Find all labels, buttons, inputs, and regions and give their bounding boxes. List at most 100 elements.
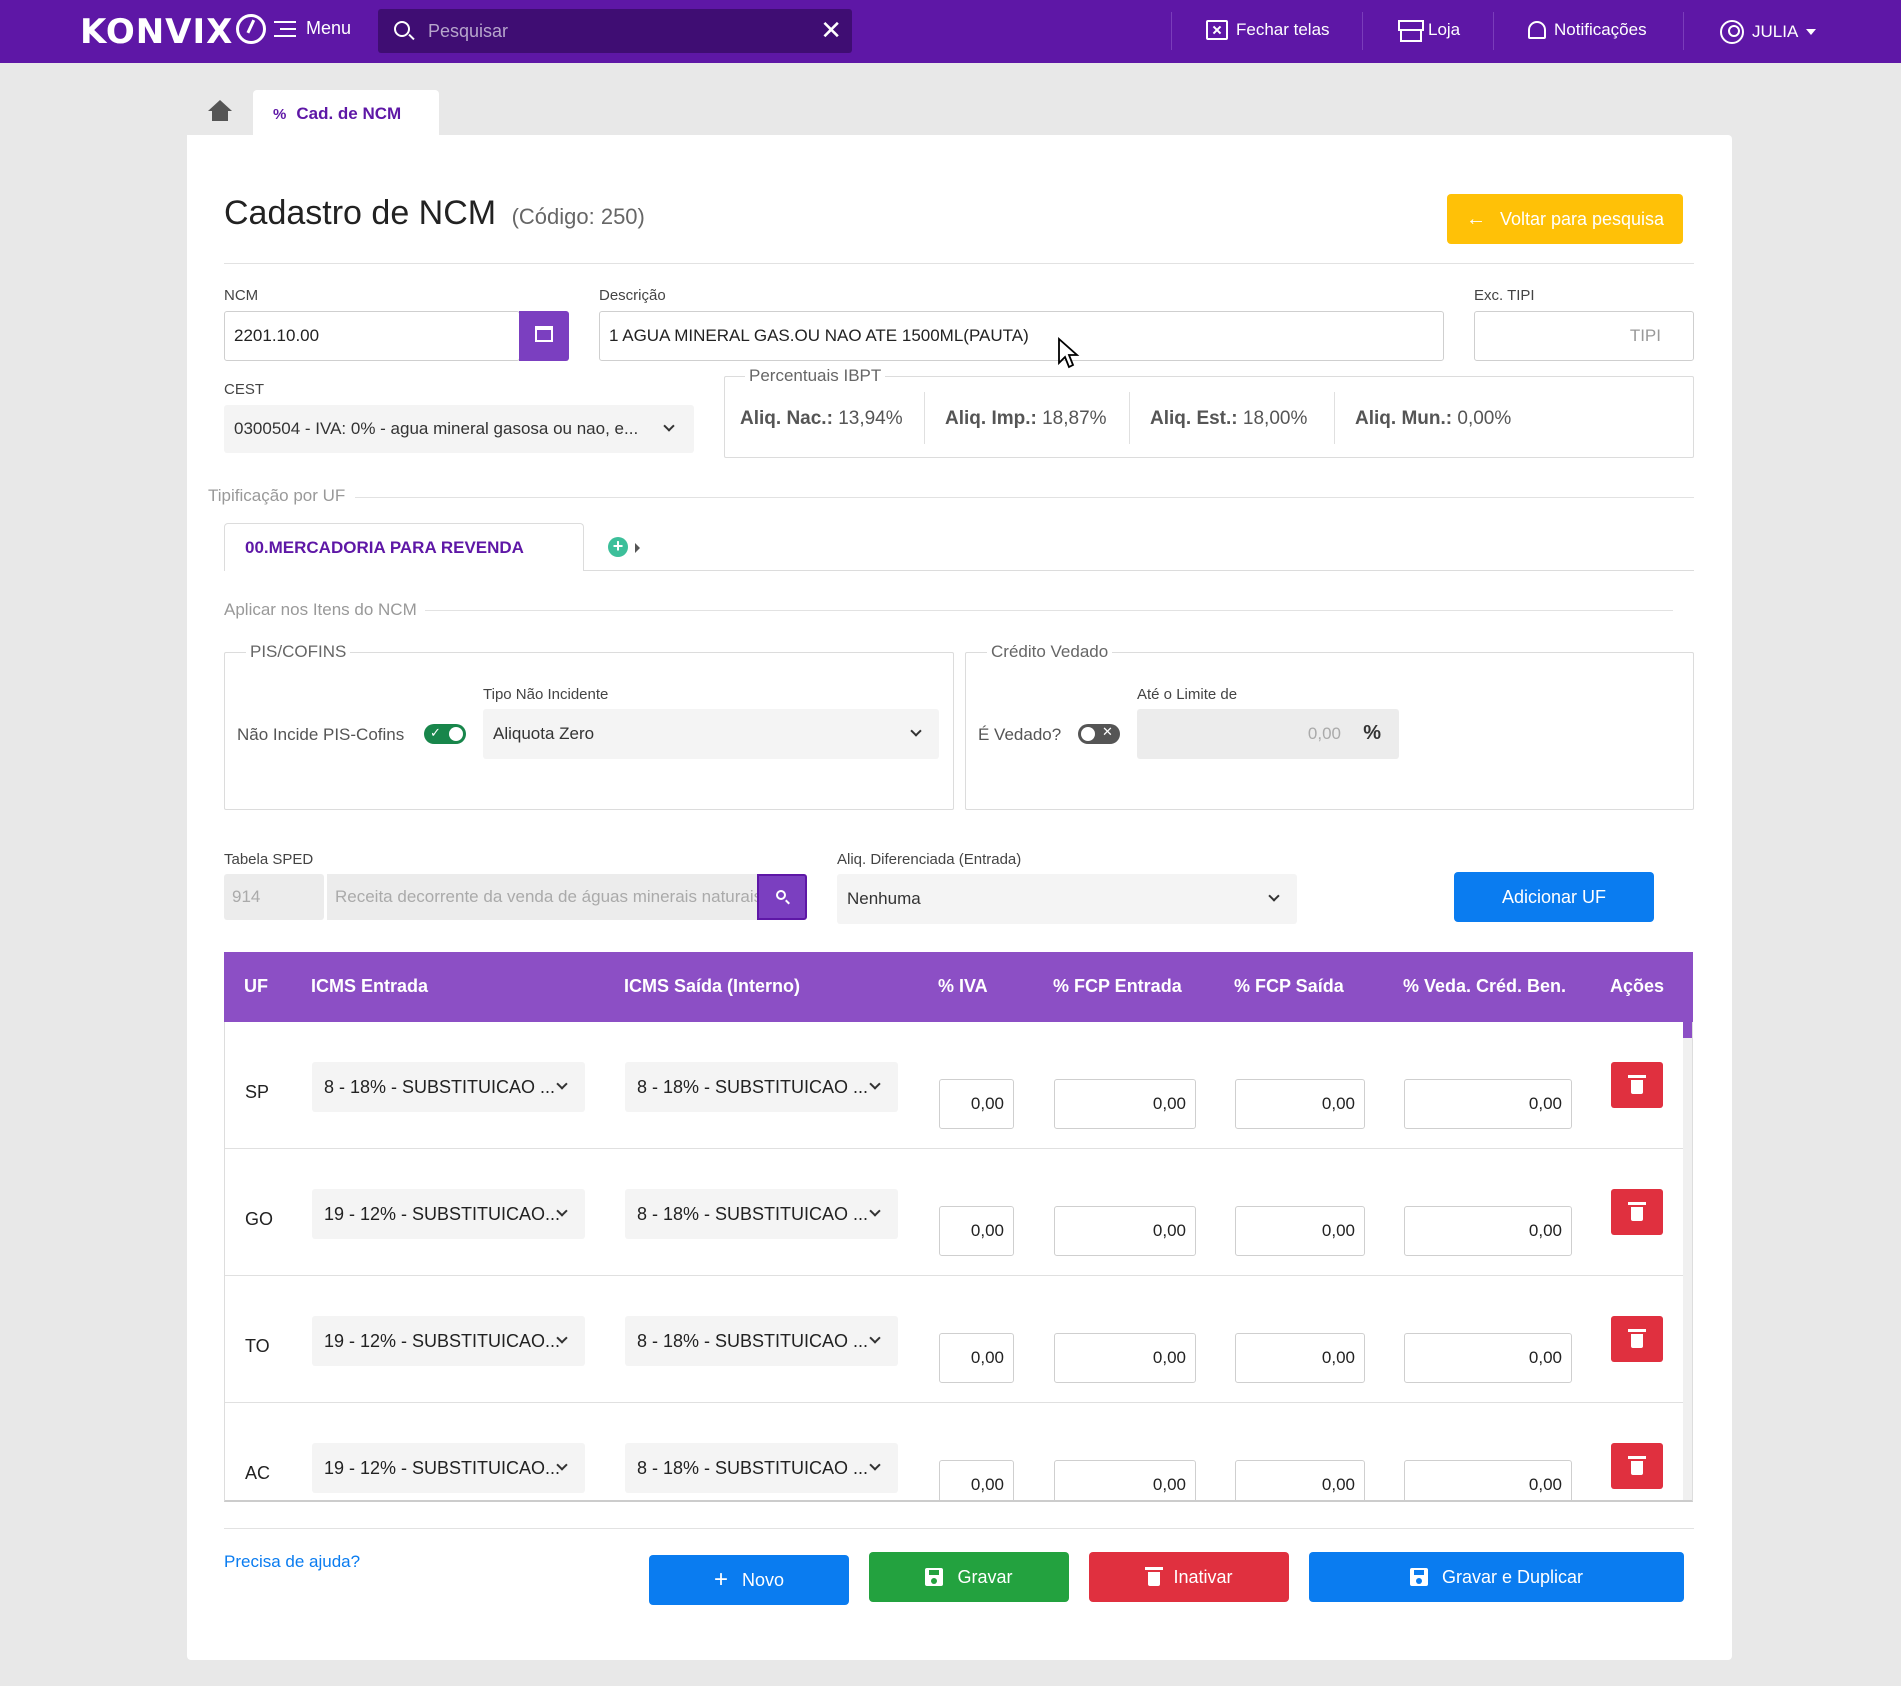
new-label: Novo	[741, 1569, 785, 1590]
delete-row-button[interactable]	[1611, 1316, 1663, 1362]
menu-button[interactable]: Menu	[274, 18, 351, 39]
chevron-right-icon[interactable]	[635, 543, 640, 553]
divider	[1334, 392, 1335, 444]
icms-saida-select[interactable]: 8 - 18% - SUBSTITUICAO ...	[625, 1189, 898, 1239]
deactivate-button[interactable]: Inativar	[1089, 1552, 1289, 1602]
ncm-value: 2201.10.00	[234, 326, 320, 345]
fcp-saida-input[interactable]: 0,00	[1235, 1333, 1365, 1383]
record-code: (Código: 250)	[511, 204, 645, 229]
veda-cred-input[interactable]: 0,00	[1404, 1333, 1572, 1383]
table-row: SP 8 - 18% - SUBSTITUICAO ... 8 - 18% - …	[225, 1022, 1683, 1149]
cest-select[interactable]: 0300504 - IVA: 0% - agua mineral gasosa …	[224, 405, 694, 453]
fcp-entrada-input[interactable]: 0,00	[1054, 1460, 1196, 1500]
iva-input[interactable]: 0,00	[939, 1206, 1014, 1256]
tab-cad-ncm[interactable]: % Cad. de NCM	[253, 90, 439, 136]
ibpt-est-value: 18,00%	[1242, 408, 1308, 429]
delete-row-button[interactable]	[1611, 1062, 1663, 1108]
fcp-saida-input[interactable]: 0,00	[1235, 1206, 1365, 1256]
tab-mercadoria-revenda[interactable]: 00.MERCADORIA PARA REVENDA	[224, 523, 584, 571]
fcp-saida-input[interactable]: 0,00	[1235, 1460, 1365, 1500]
sped-description-input[interactable]: Receita decorrente da venda de águas min…	[327, 874, 757, 920]
back-to-search-button[interactable]: ← Voltar para pesquisa	[1447, 194, 1683, 244]
table-header: UF ICMS Entrada ICMS Saída (Interno) % I…	[224, 952, 1693, 1022]
delete-row-button[interactable]	[1611, 1189, 1663, 1235]
vedado-toggle[interactable]: ✕	[1078, 724, 1120, 744]
aliq-diferenciada-select[interactable]: Nenhuma	[837, 874, 1297, 924]
icms-saida-select[interactable]: 8 - 18% - SUBSTITUICAO ...	[625, 1062, 898, 1112]
header-uf: UF	[244, 976, 268, 996]
exc-tipi-placeholder: TIPI	[1629, 326, 1661, 345]
konvix-logo[interactable]: KONVIX	[80, 12, 267, 52]
limite-label: Até o Limite de	[1137, 686, 1238, 703]
page-title: Cadastro de NCM (Código: 250)	[224, 194, 645, 233]
search-box: ✕	[378, 9, 852, 53]
veda-cred-input[interactable]: 0,00	[1404, 1079, 1572, 1129]
ncm-lookup-button[interactable]	[519, 311, 569, 361]
nao-incide-toggle[interactable]: ✓	[424, 724, 466, 744]
iva-input[interactable]: 0,00	[939, 1079, 1014, 1129]
menu-label: Menu	[306, 18, 352, 38]
fcp-entrada-input[interactable]: 0,00	[1054, 1079, 1196, 1129]
logo-mark-icon	[236, 14, 267, 44]
iva-input[interactable]: 0,00	[939, 1333, 1014, 1383]
search-input[interactable]	[428, 9, 798, 53]
close-screens-button[interactable]: Fechar telas	[1206, 20, 1330, 40]
icms-entrada-select[interactable]: 19 - 12% - SUBSTITUICAO...	[312, 1443, 585, 1493]
table-row: AC 19 - 12% - SUBSTITUICAO... 8 - 18% - …	[225, 1403, 1683, 1500]
veda-cred-input[interactable]: 0,00	[1404, 1206, 1572, 1256]
user-icon	[1720, 20, 1744, 44]
divider	[584, 570, 1694, 571]
sped-search-button[interactable]	[757, 874, 807, 920]
veda-cred-input[interactable]: 0,00	[1404, 1460, 1572, 1500]
ibpt-nac-value: 13,94%	[838, 408, 903, 429]
row-uf: GO	[245, 1209, 274, 1229]
description-input[interactable]: 1 AGUA MINERAL GAS.OU NAO ATE 1500ML(PAU…	[599, 311, 1444, 361]
icms-saida-value: 8 - 18% - SUBSTITUICAO ...	[637, 1076, 869, 1097]
header-icms-entrada: ICMS Entrada	[311, 976, 429, 996]
icms-entrada-select[interactable]: 8 - 18% - SUBSTITUICAO ...	[312, 1062, 585, 1112]
fcp-entrada-input[interactable]: 0,00	[1054, 1206, 1196, 1256]
title-text: Cadastro de NCM	[224, 194, 497, 232]
hamburger-icon	[274, 20, 296, 37]
help-link[interactable]: Precisa de ajuda?	[224, 1552, 360, 1572]
notifications-button[interactable]: Notificações	[1528, 20, 1647, 40]
ibpt-legend: Percentuais IBPT	[745, 366, 886, 386]
fcp-entrada-input[interactable]: 0,00	[1054, 1333, 1196, 1383]
icms-entrada-value: 19 - 12% - SUBSTITUICAO...	[324, 1203, 561, 1224]
percent-icon: %	[273, 106, 287, 123]
close-icon[interactable]: ✕	[820, 17, 842, 43]
save-button[interactable]: Gravar	[869, 1552, 1069, 1602]
separator	[1171, 12, 1172, 50]
add-uf-label: Adicionar UF	[1501, 886, 1607, 907]
icms-entrada-select[interactable]: 19 - 12% - SUBSTITUICAO...	[312, 1189, 585, 1239]
chevron-down-icon	[869, 1078, 881, 1090]
save-duplicate-button[interactable]: Gravar e Duplicar	[1309, 1552, 1684, 1602]
add-tab-icon[interactable]: +	[608, 537, 628, 557]
store-button[interactable]: Loja	[1398, 20, 1460, 42]
pis-cofins-legend: PIS/COFINS	[246, 642, 351, 662]
icms-saida-select[interactable]: 8 - 18% - SUBSTITUICAO ...	[625, 1316, 898, 1366]
floppy-icon	[925, 1568, 944, 1586]
fcp-saida-value: 0,00	[1321, 1094, 1355, 1113]
home-icon[interactable]	[206, 100, 234, 124]
new-button[interactable]: + Novo	[649, 1555, 849, 1605]
delete-row-button[interactable]	[1611, 1443, 1663, 1489]
iva-value: 0,00	[970, 1094, 1004, 1113]
user-menu[interactable]: JULIA	[1720, 20, 1817, 44]
icms-entrada-select[interactable]: 19 - 12% - SUBSTITUICAO...	[312, 1316, 585, 1366]
sped-code-value: 914	[232, 887, 261, 906]
separator	[1362, 12, 1363, 50]
fcp-saida-input[interactable]: 0,00	[1235, 1079, 1365, 1129]
ncm-input[interactable]: 2201.10.00	[224, 311, 520, 361]
cest-label: CEST	[224, 381, 265, 398]
divider	[425, 610, 1673, 611]
iva-input[interactable]: 0,00	[939, 1460, 1014, 1500]
exc-tipi-input[interactable]: TIPI	[1474, 311, 1694, 361]
chevron-down-icon	[910, 725, 922, 737]
sped-code-input[interactable]: 914	[224, 874, 324, 920]
tipo-nao-incidente-select[interactable]: Aliquota Zero	[483, 709, 939, 759]
search-icon-handle	[785, 899, 790, 905]
icms-saida-select[interactable]: 8 - 18% - SUBSTITUICAO ...	[625, 1443, 898, 1493]
add-uf-button[interactable]: Adicionar UF	[1454, 872, 1654, 922]
limite-input[interactable]: 0,00 %	[1137, 709, 1399, 759]
